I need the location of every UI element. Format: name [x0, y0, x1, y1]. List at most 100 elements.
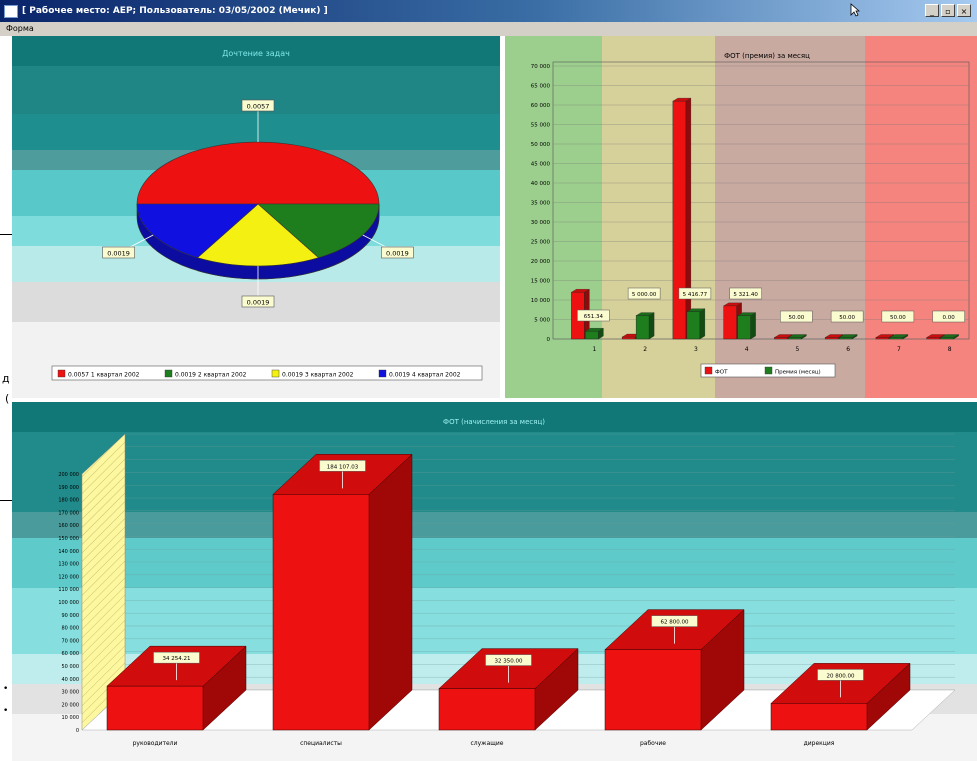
app-icon[interactable] [4, 5, 18, 18]
bar [672, 100, 687, 340]
left-edge-bullet: • [3, 706, 9, 716]
bar-data-label: 5 000.00 [632, 292, 657, 298]
x-tick-label: руководители [133, 740, 178, 747]
legend-entry: 0.0019 2 квартал 2002 [175, 372, 247, 379]
legend-entry: Премия (месяц) [775, 370, 821, 376]
x-tick-label: специалисты [300, 740, 342, 747]
x-tick-label: 6 [846, 346, 850, 353]
x-tick-label: рабочие [640, 740, 666, 747]
bar [635, 315, 650, 340]
bar-data-label: 50.00 [789, 315, 805, 321]
legend-entry: 0.0057 1 квартал 2002 [68, 372, 140, 379]
legend-swatch [704, 366, 713, 375]
bar [621, 336, 636, 340]
bar [737, 315, 751, 340]
legend-swatch [378, 369, 387, 378]
bar [272, 494, 370, 731]
menu-bar: Форма [0, 22, 977, 36]
monthly-bar-chart: ФОТ (премия) за месяц 05 00010 00015 000… [505, 36, 977, 398]
bar [889, 337, 904, 340]
bar [926, 337, 940, 340]
bar-side [750, 312, 756, 340]
x-tick-label: дирекция [804, 740, 835, 747]
y-tick-label: 30 000 [531, 220, 551, 226]
legend-swatch [764, 366, 773, 375]
bar-data-label: 0.00 [943, 315, 956, 321]
bar-data-label: 50.00 [890, 315, 906, 321]
y-tick-label: 55 000 [531, 123, 551, 129]
left-edge-line [0, 234, 12, 235]
y-tick-label: 20 000 [531, 259, 551, 265]
bar [438, 688, 536, 731]
legend-entry: 0.0019 4 квартал 2002 [389, 372, 461, 379]
y-tick-label: 15 000 [531, 279, 551, 285]
x-tick-label: служащие [470, 740, 503, 747]
y-tick-label: 110 000 [58, 587, 79, 593]
pie-chart-panel: Дочтение задач 0.0057 0.0019 0.0019 0.0019 … [12, 36, 500, 398]
bar [788, 337, 802, 340]
y-tick-label: 30 000 [62, 690, 80, 696]
bar [106, 685, 204, 731]
pie-chart: Дочтение задач 0.0057 0.0019 0.0019 0.0019 … [12, 36, 500, 398]
bar [838, 337, 853, 340]
y-tick-label: 150 000 [58, 536, 79, 542]
close-button[interactable]: × [957, 4, 971, 17]
bar-data-label: 184 107.03 [327, 464, 359, 470]
pie-data-label: 0.0019 [386, 250, 409, 258]
bar-data-label: 5 321.40 [733, 292, 758, 298]
bar-data-label: 20 800.00 [827, 673, 855, 679]
left-edge-text: д [2, 372, 10, 385]
bar-data-label: 651.34 [584, 314, 604, 320]
y-tick-label: 100 000 [58, 600, 79, 606]
bar [824, 337, 839, 340]
bar-data-label: 32 350.00 [495, 659, 523, 665]
x-tick-label: 8 [948, 346, 952, 353]
legend-swatch [271, 369, 280, 378]
bar [604, 649, 702, 731]
monthly-chart-title: ФОТ (премия) за месяц [724, 52, 810, 60]
y-tick-label: 140 000 [58, 549, 79, 555]
x-tick-label: 7 [897, 346, 901, 353]
y-tick-label: 200 000 [58, 472, 79, 478]
y-tick-label: 130 000 [58, 562, 79, 568]
y-tick-label: 160 000 [58, 523, 79, 529]
y-tick-label: 50 000 [62, 664, 80, 670]
bar [686, 311, 701, 340]
category-bar-chart-panel: ФОТ (начисления за месяц) 0 10 000 20 000 3… [12, 402, 977, 761]
x-tick-label: 1 [592, 346, 596, 353]
y-tick-label: 45 000 [531, 162, 551, 168]
bar-side [368, 453, 413, 731]
category-bar-chart: ФОТ (начисления за месяц) 0 10 000 20 000 3… [12, 402, 977, 761]
y-tick-label: 80 000 [62, 626, 80, 632]
menu-item-form[interactable]: Форма [6, 24, 34, 33]
pie-data-label: 0.0057 [247, 103, 270, 111]
bar [723, 305, 737, 340]
bar [875, 337, 890, 340]
left-edge-bullet: • [3, 684, 9, 694]
x-tick-label: 5 [795, 346, 799, 353]
bar-side [699, 308, 706, 340]
y-tick-label: 40 000 [531, 181, 551, 187]
y-tick-label: 60 000 [531, 103, 551, 109]
y-tick-label: 25 000 [531, 240, 551, 246]
left-edge-text: ( [5, 392, 10, 405]
bar-data-label: 34 254.21 [163, 656, 191, 662]
y-tick-label: 170 000 [58, 510, 79, 516]
y-tick-label: 10 000 [531, 298, 551, 304]
y-tick-label: 120 000 [58, 574, 79, 580]
x-tick-label: 4 [745, 346, 749, 353]
minimize-button[interactable]: _ [925, 4, 939, 17]
y-tick-label: 90 000 [62, 613, 80, 619]
bar-data-label: 62 800.00 [661, 620, 689, 626]
bar-data-label: 50.00 [839, 315, 855, 321]
y-tick-label: 0 [547, 337, 551, 343]
mouse-cursor-icon [850, 3, 860, 17]
y-tick-label: 60 000 [62, 651, 80, 657]
pie-data-label: 0.0019 [247, 299, 270, 307]
y-tick-label: 70 000 [62, 638, 80, 644]
bar [770, 703, 868, 731]
bar-side [685, 97, 692, 340]
bar [585, 331, 599, 340]
window-title: [ Рабочее место: АЕР; Пользователь: 03/0… [22, 6, 328, 16]
maximize-button[interactable]: ▫ [941, 4, 955, 17]
